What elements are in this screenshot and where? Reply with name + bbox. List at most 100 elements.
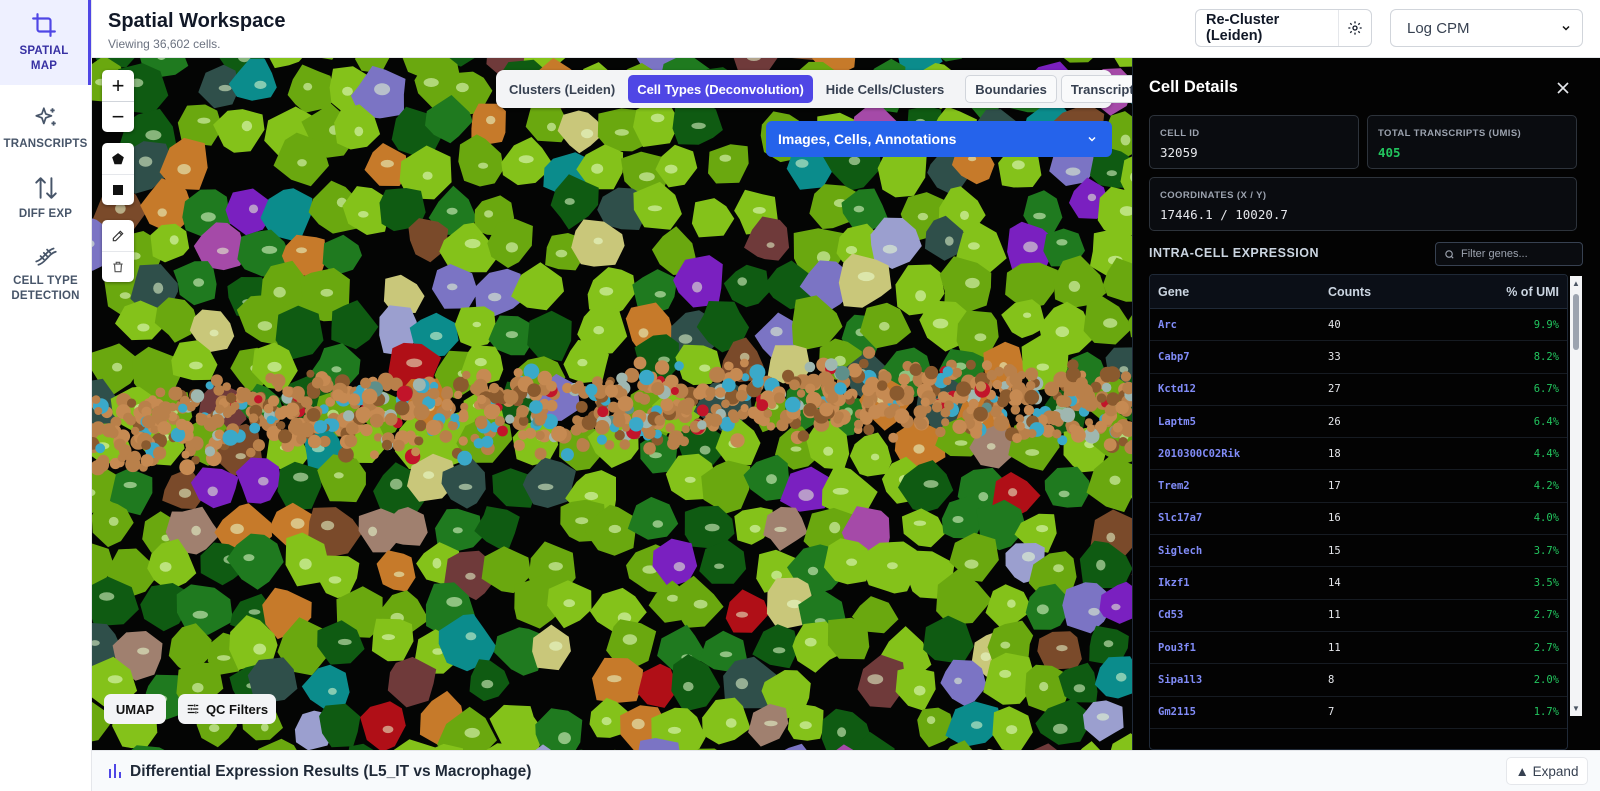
scrollbar-thumb[interactable]	[1573, 294, 1579, 350]
close-icon[interactable]	[1553, 78, 1573, 98]
gene-count: 33	[1328, 350, 1341, 363]
zoom-in-button[interactable]: +	[102, 70, 134, 101]
recluster-button[interactable]: Re-Cluster (Leiden)	[1196, 12, 1338, 44]
gene-count: 18	[1328, 447, 1341, 460]
square-icon	[113, 185, 123, 195]
gene-name[interactable]: Cabp7	[1150, 351, 1328, 363]
total-transcripts-label: TOTAL TRANSCRIPTS (UMIS)	[1378, 128, 1522, 139]
nav-transcripts[interactable]: TRANSCRIPTS	[0, 93, 91, 163]
scroll-down-arrow[interactable]: ▼	[1572, 704, 1580, 713]
gene-count: 40	[1328, 318, 1341, 331]
toggle-cell-types[interactable]: Cell Types (Deconvolution)	[628, 75, 813, 103]
gene-name[interactable]: Cd53	[1150, 609, 1328, 621]
gene-name[interactable]: Gm2115	[1150, 706, 1328, 718]
gene-name[interactable]: Slc17a7	[1150, 512, 1328, 524]
map-view-toggles: Clusters (Leiden) Cell Types (Deconvolut…	[496, 70, 1132, 108]
spatial-map-canvas[interactable]: + − Clusters (Leiden) Cell Types (Deconv…	[92, 58, 1132, 750]
edit-icon	[112, 230, 124, 241]
dna-icon	[34, 247, 57, 266]
gene-name[interactable]: Pou3f1	[1150, 642, 1328, 654]
gene-name[interactable]: Arc	[1150, 319, 1328, 331]
table-row[interactable]: Kctd12 27 6.7%	[1150, 374, 1567, 406]
nav-diff-exp[interactable]: DIFF EXP	[0, 163, 91, 233]
nav-label: DIFF EXP	[18, 207, 73, 220]
gene-count: 14	[1328, 577, 1341, 590]
gene-pct: 4.4%	[1533, 447, 1559, 460]
toggle-clusters-leiden[interactable]: Clusters (Leiden)	[500, 75, 624, 103]
layers-dropdown[interactable]: Images, Cells, Annotations	[766, 121, 1112, 157]
nav-label: CELL TYPE	[13, 275, 78, 287]
cell-id-card: CELL ID 32059	[1149, 115, 1359, 169]
normalization-value: Log CPM	[1407, 19, 1470, 37]
gene-name[interactable]: Trem2	[1150, 480, 1328, 492]
table-row[interactable]: Laptm5 26 6.4%	[1150, 406, 1567, 439]
umap-button[interactable]: UMAP	[104, 694, 166, 724]
table-row[interactable]: Arc 40 9.9%	[1150, 309, 1567, 342]
nav-spatial-map[interactable]: SPATIAL MAP	[0, 0, 91, 85]
column-counts[interactable]: Counts	[1328, 285, 1478, 299]
layers-dropdown-label: Images, Cells, Annotations	[778, 131, 957, 147]
gene-pct: 2.7%	[1533, 641, 1559, 654]
expression-section-title: INTRA-CELL EXPRESSION	[1149, 246, 1320, 260]
nav-cell-type-detection[interactable]: CELL TYPE DETECTION	[0, 233, 91, 313]
chevron-down-icon	[1088, 136, 1096, 142]
nav-label: TRANSCRIPTS	[3, 137, 88, 150]
toggle-hide-cells[interactable]: Hide Cells/Clusters	[817, 75, 954, 103]
gene-count: 8	[1328, 673, 1335, 686]
table-row[interactable]: Gm2115 7 1.7%	[1150, 697, 1567, 729]
cell-count-subtitle: Viewing 36,602 cells.	[108, 37, 221, 51]
toggle-boundaries[interactable]: Boundaries	[965, 75, 1057, 103]
gene-name[interactable]: Laptm5	[1150, 416, 1328, 428]
edit-toolbar	[102, 220, 134, 282]
table-row[interactable]: Slc17a7 16 4.0%	[1150, 503, 1567, 536]
expand-button[interactable]: ▲ Expand	[1506, 757, 1588, 785]
gene-pct: 8.2%	[1533, 350, 1559, 363]
table-row[interactable]: Sipa1l3 8 2.0%	[1150, 664, 1567, 697]
gene-name[interactable]: Kctd12	[1150, 383, 1328, 395]
qc-filters-button[interactable]: QC Filters	[178, 694, 276, 724]
delete-shapes-button[interactable]	[102, 251, 134, 282]
gene-name[interactable]: Sipa1l3	[1150, 674, 1328, 686]
table-row[interactable]: 2010300C02Rik 18 4.4%	[1150, 438, 1567, 471]
gene-count: 27	[1328, 383, 1341, 396]
total-transcripts-value: 405	[1378, 145, 1401, 160]
gene-count: 15	[1328, 544, 1341, 557]
arrow-up-down-icon	[34, 176, 57, 199]
table-header: Gene Counts % of UMI	[1150, 275, 1567, 309]
bar-chart-icon	[109, 764, 121, 778]
chevron-down-icon	[1562, 25, 1570, 31]
zoom-out-button[interactable]: −	[102, 101, 134, 132]
gene-filter-input[interactable]	[1461, 248, 1571, 260]
table-row[interactable]: Cabp7 33 8.2%	[1150, 341, 1567, 374]
column-pct-umi[interactable]: % of UMI	[1478, 285, 1567, 299]
sliders-icon	[187, 704, 199, 714]
crop-icon	[32, 12, 56, 37]
table-row[interactable]: Pou3f1 11 2.7%	[1150, 632, 1567, 665]
coordinates-card: COORDINATES (X / Y) 17446.1 / 10020.7	[1149, 177, 1577, 231]
gene-count: 17	[1328, 480, 1341, 493]
scroll-up-arrow[interactable]: ▲	[1572, 279, 1580, 288]
table-row[interactable]: Cd53 11 2.7%	[1150, 600, 1567, 632]
polygon-icon	[112, 152, 124, 164]
normalization-select[interactable]: Log CPM	[1390, 9, 1583, 47]
gene-name[interactable]: 2010300C02Rik	[1150, 448, 1328, 460]
gene-count: 11	[1328, 609, 1341, 622]
toggle-transcripts[interactable]: Transcripts	[1060, 75, 1132, 103]
gene-name[interactable]: Siglech	[1150, 545, 1328, 557]
page-title: Spatial Workspace	[108, 10, 286, 32]
draw-polygon-button[interactable]	[102, 143, 134, 174]
table-row[interactable]: Trem2 17 4.2%	[1150, 470, 1567, 503]
gene-pct: 4.0%	[1533, 512, 1559, 525]
draw-rectangle-button[interactable]	[102, 174, 134, 205]
table-row[interactable]: Ikzf1 14 3.5%	[1150, 567, 1567, 600]
table-row[interactable]: Siglech 15 3.7%	[1150, 535, 1567, 568]
recluster-settings-button[interactable]	[1338, 10, 1371, 46]
gear-icon	[1348, 21, 1362, 35]
table-scrollbar[interactable]: ▲ ▼	[1570, 276, 1582, 716]
gene-pct: 2.7%	[1533, 609, 1559, 622]
diff-exp-title: Differential Expression Results (L5_IT v…	[130, 763, 532, 780]
column-gene[interactable]: Gene	[1150, 285, 1328, 299]
zoom-control: + −	[102, 70, 134, 132]
gene-name[interactable]: Ikzf1	[1150, 577, 1328, 589]
edit-shapes-button[interactable]	[102, 220, 134, 251]
